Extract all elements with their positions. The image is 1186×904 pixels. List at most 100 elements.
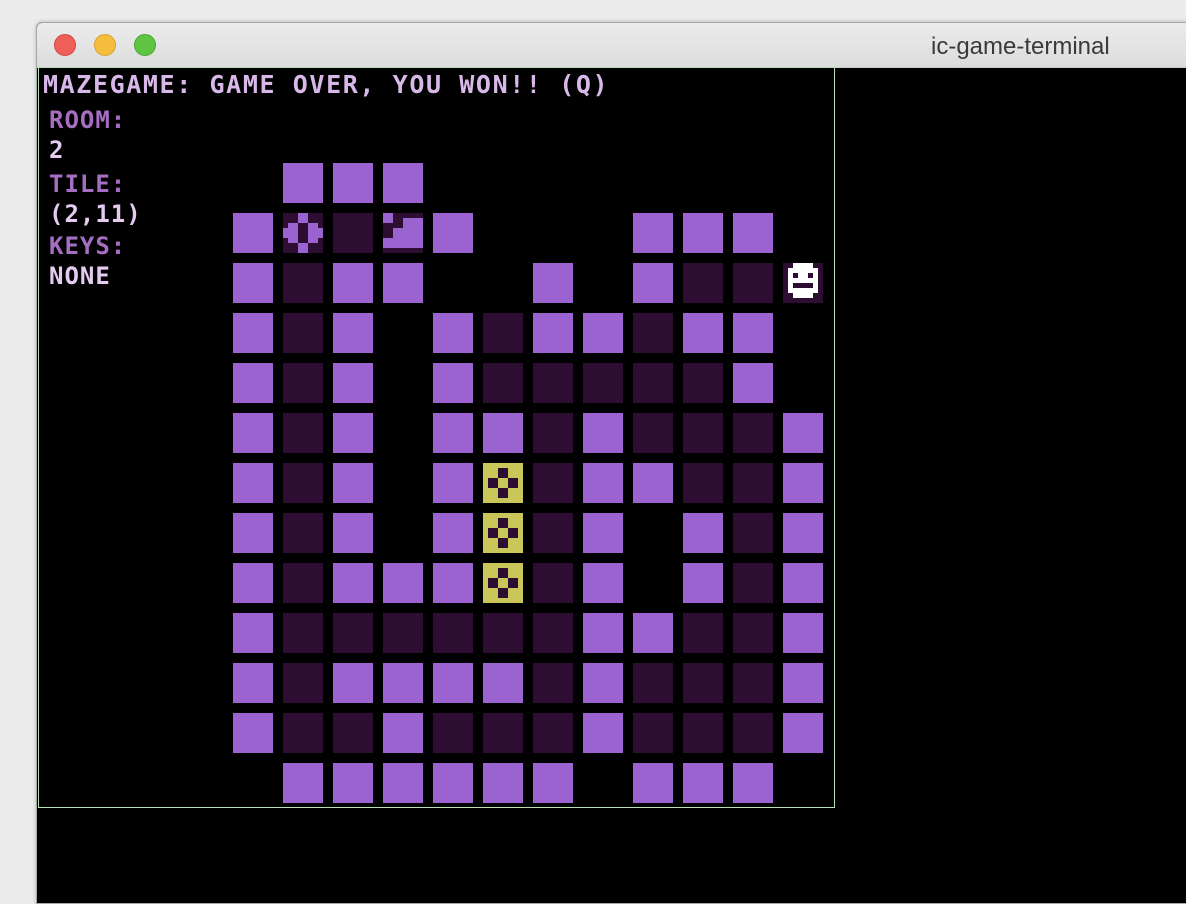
wall-tile [433, 513, 473, 553]
floor-tile [283, 663, 323, 703]
wall-tile [633, 263, 673, 303]
wall-tile [333, 763, 373, 803]
floor-tile [533, 413, 573, 453]
floor-tile [683, 713, 723, 753]
wall-tile [383, 563, 423, 603]
wall-tile [433, 413, 473, 453]
wall-tile [233, 413, 273, 453]
wall-tile [233, 513, 273, 553]
floor-tile [333, 713, 373, 753]
wall-tile [433, 313, 473, 353]
wall-tile [383, 263, 423, 303]
wall-tile [333, 263, 373, 303]
floor-tile [683, 613, 723, 653]
wall-tile [483, 663, 523, 703]
wall-tile [233, 213, 273, 253]
floor-tile [733, 413, 773, 453]
wall-tile [783, 463, 823, 503]
wall-tile [733, 213, 773, 253]
floor-tile [483, 313, 523, 353]
wall-tile [433, 363, 473, 403]
wall-tile [633, 213, 673, 253]
wall-tile [633, 763, 673, 803]
wall-tile [383, 163, 423, 203]
wall-tile [583, 613, 623, 653]
floor-tile [533, 663, 573, 703]
orb-tile [283, 213, 323, 253]
wall-tile [783, 613, 823, 653]
wall-tile [733, 763, 773, 803]
floor-tile [733, 513, 773, 553]
wall-tile [583, 713, 623, 753]
keys-label: KEYS: [49, 232, 127, 260]
floor-tile [483, 363, 523, 403]
title-bar[interactable]: ic-game-terminal [37, 23, 1186, 68]
key-icon [488, 468, 518, 498]
floor-tile [283, 563, 323, 603]
zoom-button[interactable] [134, 34, 156, 56]
status-line: MAZEGAME: GAME OVER, YOU WON!! (Q) [43, 70, 610, 99]
wall-tile [683, 513, 723, 553]
close-button[interactable] [54, 34, 76, 56]
wall-tile [333, 663, 373, 703]
wall-tile [383, 713, 423, 753]
floor-tile [633, 313, 673, 353]
minimize-button[interactable] [94, 34, 116, 56]
floor-tile [633, 413, 673, 453]
wall-tile [783, 663, 823, 703]
wall-tile [233, 663, 273, 703]
floor-tile [633, 663, 673, 703]
wall-tile [583, 313, 623, 353]
floor-tile [583, 363, 623, 403]
wall-tile [783, 563, 823, 603]
floor-tile [283, 513, 323, 553]
floor-tile [533, 563, 573, 603]
key-tile [483, 463, 523, 503]
tile-value: (2,11) [49, 200, 142, 228]
floor-tile [283, 713, 323, 753]
floor-tile [633, 713, 673, 753]
floor-tile [683, 263, 723, 303]
floor-tile [533, 713, 573, 753]
wall-tile [333, 563, 373, 603]
wall-tile [583, 563, 623, 603]
wall-tile [333, 463, 373, 503]
wall-tile [283, 763, 323, 803]
key-tile [483, 513, 523, 553]
key-icon [488, 518, 518, 548]
room-label: ROOM: [49, 106, 127, 134]
floor-tile [683, 363, 723, 403]
key-icon [488, 568, 518, 598]
floor-tile [733, 663, 773, 703]
wall-tile [233, 613, 273, 653]
floor-tile [683, 463, 723, 503]
wall-tile [783, 413, 823, 453]
wall-tile [233, 363, 273, 403]
floor-tile [333, 213, 373, 253]
wall-tile [683, 763, 723, 803]
wall-tile [233, 713, 273, 753]
orb-icon [283, 213, 323, 253]
wall-tile [633, 613, 673, 653]
floor-tile [383, 613, 423, 653]
floor-tile [483, 713, 523, 753]
wall-tile [533, 263, 573, 303]
stairs-tile [383, 213, 423, 253]
wall-tile [733, 363, 773, 403]
wall-tile [333, 313, 373, 353]
floor-tile [733, 263, 773, 303]
player-icon [788, 263, 818, 298]
floor-tile [283, 463, 323, 503]
wall-tile [583, 463, 623, 503]
wall-tile [383, 763, 423, 803]
floor-tile [683, 663, 723, 703]
wall-tile [533, 313, 573, 353]
wall-tile [733, 313, 773, 353]
wall-tile [333, 513, 373, 553]
wall-tile [333, 163, 373, 203]
wall-tile [583, 513, 623, 553]
wall-tile [233, 263, 273, 303]
floor-tile [333, 613, 373, 653]
game-screen[interactable]: MAZEGAME: GAME OVER, YOU WON!! (Q) ROOM:… [38, 67, 835, 808]
floor-tile [283, 263, 323, 303]
